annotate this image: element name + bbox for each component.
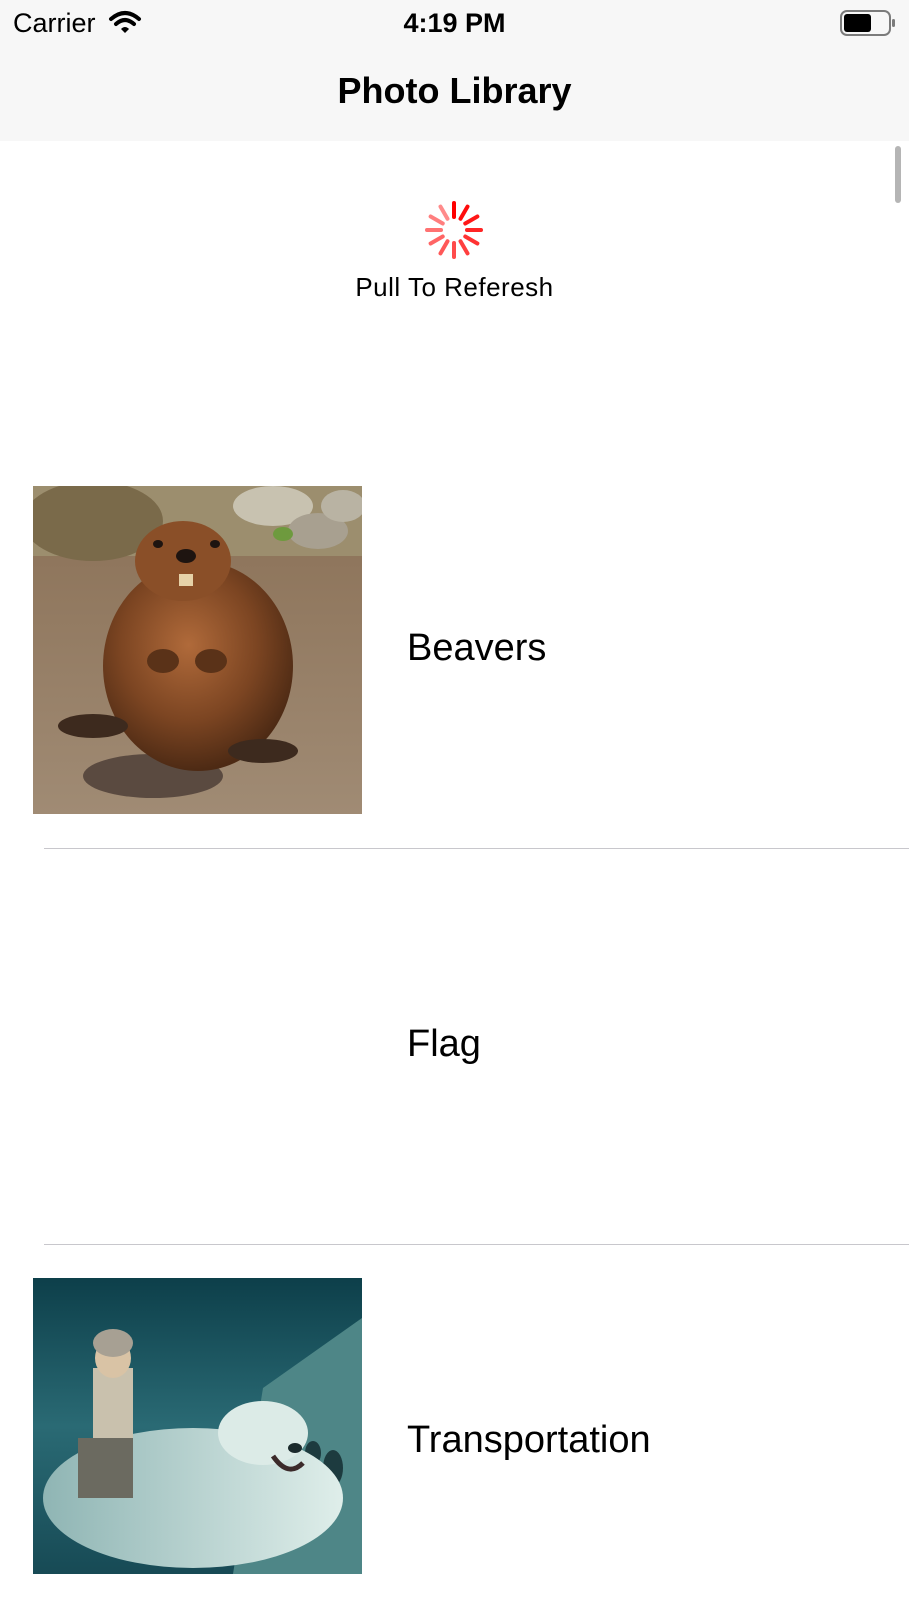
page-title: Photo Library: [337, 70, 572, 111]
girl-riding-polar-bear-photo: [33, 1278, 362, 1574]
navigation-bar: Carrier 4:19 PM Photo Library: [0, 0, 909, 141]
list-item-thumbnail: [33, 486, 362, 814]
list-item-thumbnail: [33, 1278, 362, 1574]
row-separator: [44, 848, 909, 849]
list-item-title: Beavers: [407, 627, 547, 669]
list-item-title: Transportation: [407, 1419, 651, 1461]
battery-icon: [840, 10, 895, 36]
screen: Carrier 4:19 PM Photo Library Pull To Re…: [0, 0, 909, 1617]
beaver-photo: [33, 486, 362, 814]
list-item[interactable]: Flag: [0, 850, 909, 1246]
status-bar: Carrier 4:19 PM: [0, 0, 909, 46]
list-item[interactable]: Transportation: [0, 1246, 909, 1617]
scroll-indicator[interactable]: [895, 146, 901, 203]
status-time: 4:19 PM: [403, 8, 506, 38]
row-separator: [44, 1244, 909, 1245]
list-item[interactable]: Beavers: [0, 454, 909, 850]
list-item-title: Flag: [407, 1023, 481, 1065]
pull-to-refresh-label: Pull To Referesh: [355, 272, 554, 302]
activity-spinner-icon: [425, 201, 483, 259]
